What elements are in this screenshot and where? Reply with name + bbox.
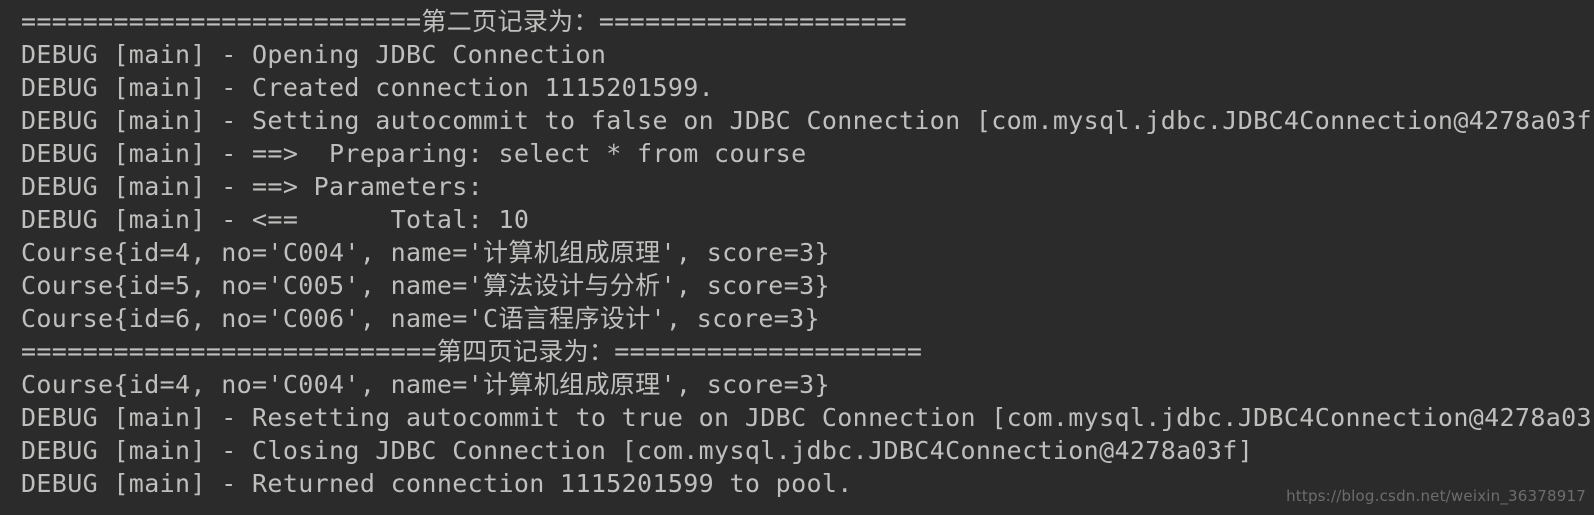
log-line: DEBUG [main] - Setting autocommit to fal…: [21, 106, 1594, 135]
log-line: Course{id=5, no='C005', name='算法设计与分析', …: [21, 271, 830, 300]
log-line: ===========================第四页记录为：======…: [21, 337, 923, 366]
log-line: DEBUG [main] - Resetting autocommit to t…: [21, 403, 1594, 432]
log-line: Course{id=4, no='C004', name='计算机组成原理', …: [21, 238, 830, 267]
log-line: DEBUG [main] - ==> Parameters:: [21, 172, 484, 201]
log-line: DEBUG [main] - Created connection 111520…: [21, 73, 715, 102]
console-output-panel[interactable]: ==========================第二页记录为：=======…: [0, 0, 1594, 515]
log-line: DEBUG [main] - <== Total: 10: [21, 205, 530, 234]
log-line: Course{id=6, no='C006', name='C语言程序设计', …: [21, 304, 820, 333]
log-line: DEBUG [main] - Closing JDBC Connection […: [21, 436, 1254, 465]
watermark-url: https://blog.csdn.net/weixin_36378917: [1286, 487, 1586, 505]
log-line: Course{id=4, no='C004', name='计算机组成原理', …: [21, 370, 830, 399]
log-line: ==========================第二页记录为：=======…: [21, 7, 907, 36]
log-line: DEBUG [main] - ==> Preparing: select * f…: [21, 139, 807, 168]
log-line: DEBUG [main] - Opening JDBC Connection: [21, 40, 607, 69]
